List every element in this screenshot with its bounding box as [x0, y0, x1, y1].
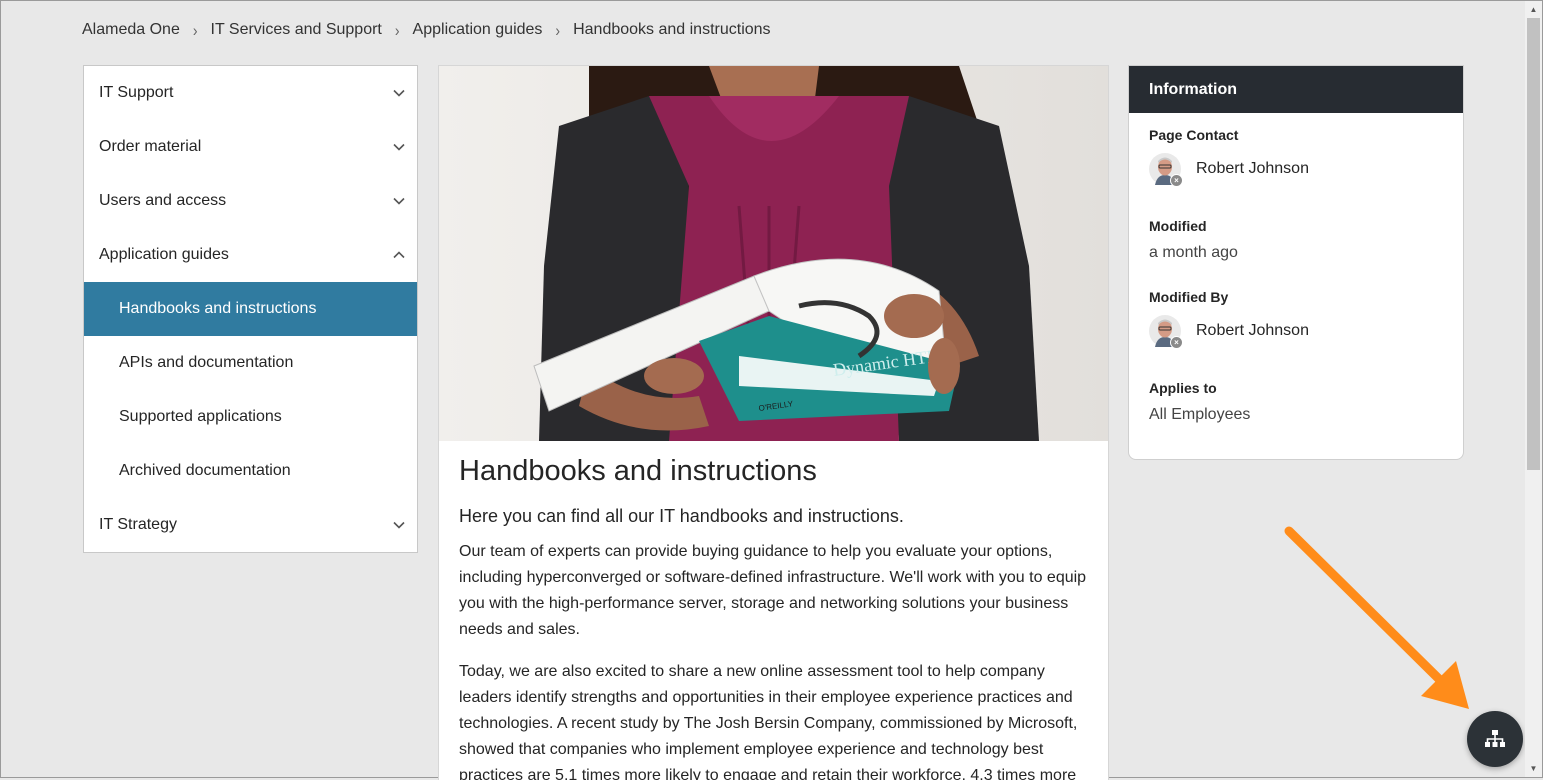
- nav-item-label: IT Strategy: [99, 516, 177, 533]
- side-navigation: IT Support Order material Users and acce…: [83, 65, 418, 553]
- scrollbar-thumb[interactable]: [1527, 18, 1540, 470]
- nav-item-application-guides[interactable]: Application guides: [84, 228, 417, 282]
- breadcrumb-item-current[interactable]: Handbooks and instructions: [573, 21, 770, 39]
- chevron-down-icon[interactable]: [391, 139, 407, 155]
- nav-item-archived-documentation[interactable]: Archived documentation: [84, 444, 417, 498]
- modified-by-name[interactable]: Robert Johnson: [1196, 322, 1309, 340]
- chevron-down-icon[interactable]: [391, 193, 407, 209]
- nav-item-apis-and-documentation[interactable]: APIs and documentation: [84, 336, 417, 390]
- nav-item-order-material[interactable]: Order material: [84, 120, 417, 174]
- information-heading: Information: [1129, 66, 1463, 113]
- nav-item-label: Supported applications: [119, 408, 282, 425]
- breadcrumb-item-home[interactable]: Alameda One: [82, 21, 180, 39]
- nav-item-handbooks-and-instructions[interactable]: Handbooks and instructions: [84, 282, 417, 336]
- avatar[interactable]: ×: [1149, 315, 1183, 349]
- scroll-up-icon[interactable]: ▲: [1525, 1, 1542, 18]
- information-panel: Information Page Contact × Robert Johnso…: [1128, 65, 1464, 460]
- applies-to-value: All Employees: [1149, 406, 1251, 423]
- paragraph: Today, we are also excited to share a ne…: [459, 663, 1078, 780]
- modified-label: Modified: [1149, 218, 1207, 234]
- vertical-scrollbar[interactable]: ▲ ▼: [1525, 1, 1542, 777]
- nav-item-it-support[interactable]: IT Support: [84, 66, 417, 120]
- nav-item-label: Users and access: [99, 192, 227, 209]
- annotation-arrow-icon: [1284, 526, 1469, 709]
- hero-image: Dynamic HTML O'REILLY: [439, 66, 1108, 441]
- breadcrumb-separator-icon: ›: [394, 20, 400, 40]
- nav-item-label: Order material: [99, 138, 202, 155]
- page-contact-person[interactable]: × Robert Johnson: [1149, 153, 1443, 187]
- chevron-down-icon[interactable]: [391, 85, 407, 101]
- nav-item-it-strategy[interactable]: IT Strategy: [84, 498, 417, 552]
- modified-by-person[interactable]: × Robert Johnson: [1149, 315, 1443, 349]
- breadcrumb-item-it-services[interactable]: IT Services and Support: [211, 21, 382, 39]
- chevron-up-icon[interactable]: [391, 247, 407, 263]
- main-content: Dynamic HTML O'REILLY Handbooks and inst…: [438, 65, 1109, 780]
- breadcrumb-separator-icon: ›: [555, 20, 561, 40]
- chevron-down-icon[interactable]: [391, 517, 407, 533]
- nav-item-label: Archived documentation: [119, 462, 291, 479]
- avatar[interactable]: ×: [1149, 153, 1183, 187]
- breadcrumb-item-application-guides[interactable]: Application guides: [413, 21, 543, 39]
- applies-to-label: Applies to: [1149, 380, 1217, 396]
- page-contact-name[interactable]: Robert Johnson: [1196, 160, 1309, 178]
- nav-item-label: APIs and documentation: [119, 354, 294, 371]
- site-map-button[interactable]: [1467, 711, 1523, 767]
- presence-offline-icon: ×: [1170, 336, 1183, 349]
- presence-offline-icon: ×: [1170, 174, 1183, 187]
- breadcrumb-separator-icon: ›: [192, 20, 198, 40]
- modified-value: a month ago: [1149, 244, 1238, 261]
- nav-item-label: IT Support: [99, 84, 174, 101]
- page-lead: Here you can find all our IT handbooks a…: [459, 506, 904, 526]
- paragraph: Our team of experts can provide buying g…: [459, 543, 1087, 638]
- sitemap-icon: [1485, 730, 1505, 747]
- breadcrumb: Alameda One › IT Services and Support › …: [82, 20, 771, 40]
- nav-item-label: Handbooks and instructions: [119, 300, 317, 317]
- nav-item-supported-applications[interactable]: Supported applications: [84, 390, 417, 444]
- scroll-down-icon[interactable]: ▼: [1525, 760, 1542, 777]
- nav-item-users-and-access[interactable]: Users and access: [84, 174, 417, 228]
- page-title: Handbooks and instructions: [459, 455, 817, 487]
- page-contact-label: Page Contact: [1149, 127, 1239, 143]
- modified-by-label: Modified By: [1149, 289, 1229, 305]
- nav-item-label: Application guides: [99, 246, 229, 263]
